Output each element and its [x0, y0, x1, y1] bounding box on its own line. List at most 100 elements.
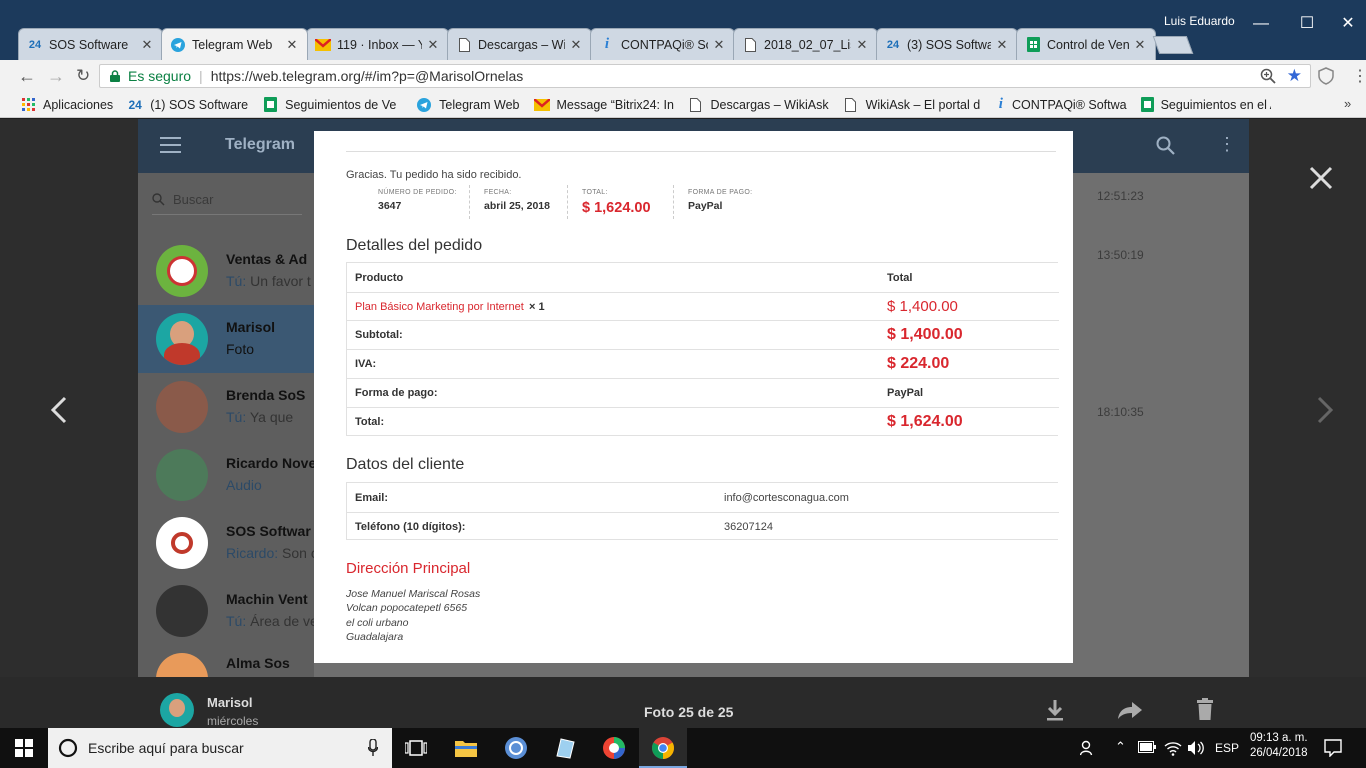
address-bar[interactable]: Es seguro | https://web.telegram.org/#/i…	[99, 64, 1311, 88]
windows-start-icon[interactable]	[11, 735, 37, 761]
gmail-icon	[315, 37, 331, 53]
document-icon	[742, 37, 758, 53]
bookmark-seguimientos[interactable]: Seguimientos de Ve	[262, 97, 402, 113]
secure-label: Es seguro	[128, 68, 192, 84]
colorful-app-icon[interactable]	[601, 735, 627, 761]
photo-counter: Foto 25 de 25	[644, 704, 734, 720]
telegram-icon	[416, 97, 432, 113]
order-thanks: Gracias. Tu pedido ha sido recibido.	[346, 169, 522, 181]
close-tab-icon[interactable]: ✕	[426, 37, 440, 53]
bookmark-contpaqi[interactable]: i CONTPAQi® Softwa	[997, 97, 1127, 113]
bookmark-bitrix-message[interactable]: Message “Bitrix24: In	[533, 97, 674, 113]
product-link[interactable]: Plan Básico Marketing por Internet	[355, 301, 524, 313]
table-row: Total: $ 1,624.00	[347, 407, 1059, 436]
row-label: IVA:	[355, 358, 377, 370]
close-tab-icon[interactable]: ✕	[569, 37, 583, 53]
clock-time: 09:13 a. m.	[1250, 732, 1308, 744]
list-item[interactable]: Machin Vent Tú: Área de ve	[138, 577, 314, 645]
search-icon	[152, 193, 165, 206]
list-item[interactable]: SOS Softwar Ricardo: Son c	[138, 509, 314, 577]
delete-trash-icon[interactable]	[1197, 698, 1213, 720]
tab-descargas[interactable]: Descargas – Wi ✕	[447, 28, 592, 60]
file-explorer-icon[interactable]	[453, 735, 479, 761]
close-tab-icon[interactable]: ✕	[855, 37, 869, 53]
avatar	[156, 585, 208, 637]
chat-time: 13:50:19	[1097, 248, 1144, 262]
order-date-label: FECHA:	[484, 189, 512, 196]
app-icon-circle[interactable]	[503, 735, 529, 761]
forward-arrow-icon[interactable]: →	[47, 66, 65, 87]
bookmark-label: (1) SOS Software	[150, 97, 249, 112]
taskbar-chrome-button[interactable]	[639, 728, 687, 768]
zoom-icon[interactable]	[1260, 68, 1276, 84]
next-photo-icon[interactable]	[1314, 395, 1336, 425]
customer-table: Email: info@cortesconagua.com Teléfono (…	[346, 482, 1059, 541]
bookmark-descargas[interactable]: Descargas – WikiAsk	[688, 97, 829, 113]
tab-contpaqi[interactable]: i CONTPAQi® So ✕	[590, 28, 735, 60]
action-center-icon[interactable]	[1324, 739, 1342, 757]
divider	[346, 151, 1056, 152]
bookmark-seguimientos-el[interactable]: Seguimientos en el A	[1140, 97, 1271, 113]
address-title: Dirección Principal	[346, 560, 471, 577]
tab-control-ventas[interactable]: Control de Vent ✕	[1016, 28, 1156, 60]
close-tab-icon[interactable]: ✕	[140, 37, 154, 53]
tab-lista[interactable]: 2018_02_07_Lis ✕	[733, 28, 878, 60]
bookmark-star-icon[interactable]: ★	[1287, 66, 1302, 86]
table-row: Teléfono (10 dígitos): 36207124	[347, 512, 1059, 541]
menu-kebab-icon[interactable]: ⋮	[1352, 66, 1366, 86]
battery-icon[interactable]	[1138, 741, 1156, 753]
tab-sos-software[interactable]: 24 SOS Software ✕	[18, 28, 163, 60]
reload-icon[interactable]: ↻	[76, 66, 90, 86]
back-arrow-icon[interactable]: ←	[18, 66, 36, 87]
order-number: NÚMERO DE PEDIDO: 3647	[378, 189, 457, 212]
list-item[interactable]: Ricardo Nove Audio	[138, 441, 314, 509]
list-item[interactable]: Brenda SoS Tú: Ya que	[138, 373, 314, 441]
tab-inbox[interactable]: 119 · Inbox — Y ✕	[306, 28, 449, 60]
list-item[interactable]: Marisol Foto	[138, 305, 314, 373]
bookmark-wikiask[interactable]: WikiAsk – El portal d	[843, 97, 983, 113]
more-bookmarks-icon[interactable]: »	[1344, 96, 1351, 111]
telegram-title: Telegram	[225, 136, 295, 153]
address-line: Volcan popocatepetl 6565	[346, 602, 468, 615]
close-tab-icon[interactable]: ✕	[1133, 37, 1147, 53]
bookmark-aplicaciones[interactable]: Aplicaciones	[20, 97, 113, 113]
order-details-title: Detalles del pedido	[346, 237, 483, 254]
search-placeholder: Buscar	[173, 192, 214, 207]
close-tab-icon[interactable]: ✕	[995, 37, 1009, 53]
bookmark-telegram-web[interactable]: Telegram Web	[416, 97, 520, 113]
close-icon[interactable]	[1308, 165, 1334, 191]
sheets-icon	[262, 97, 278, 113]
close-tab-icon[interactable]: ✕	[285, 37, 299, 53]
previous-photo-icon[interactable]	[48, 395, 70, 425]
menu-kebab-icon[interactable]: ⋮	[1218, 134, 1236, 155]
sender-name[interactable]: Marisol	[207, 695, 253, 710]
wifi-icon[interactable]	[1164, 740, 1182, 756]
tab-sos-software-3[interactable]: 24 (3) SOS Softwar ✕	[876, 28, 1018, 60]
show-hidden-icons[interactable]: ⌃	[1115, 739, 1126, 755]
microphone-icon[interactable]	[368, 739, 378, 757]
tab-label: 2018_02_07_Lis	[764, 37, 851, 52]
bookmark-sos-software[interactable]: 24 (1) SOS Software	[127, 97, 249, 113]
list-item[interactable]: Ventas & Ad Tú: Un favor t	[138, 237, 314, 305]
language-indicator[interactable]: ESP	[1215, 741, 1239, 755]
extension-shield-icon[interactable]	[1318, 67, 1334, 85]
new-tab-button[interactable]	[1152, 36, 1194, 54]
avatar	[160, 693, 194, 727]
close-tab-icon[interactable]: ✕	[712, 37, 726, 53]
search-input[interactable]: Buscar	[152, 185, 302, 215]
clock[interactable]: 09:13 a. m. 26/04/2018	[1250, 732, 1308, 759]
volume-icon[interactable]	[1187, 740, 1205, 756]
hamburger-menu-icon[interactable]	[160, 137, 181, 153]
chat-name: Marisol	[226, 319, 276, 335]
forward-share-icon[interactable]	[1117, 701, 1143, 719]
download-icon[interactable]	[1046, 699, 1064, 721]
notes-app-icon[interactable]	[552, 735, 578, 761]
task-view-icon[interactable]	[403, 735, 429, 761]
bookmark-label: Descargas – WikiAsk	[710, 97, 829, 112]
tab-telegram-web[interactable]: Telegram Web ✕	[161, 28, 308, 60]
people-icon[interactable]	[1080, 740, 1096, 756]
taskbar-search-input[interactable]: Escribe aquí para buscar	[48, 728, 392, 768]
table-row: Subtotal: $ 1,400.00	[347, 320, 1059, 349]
search-icon[interactable]	[1156, 136, 1175, 155]
chat-time: 18:10:35	[1097, 405, 1144, 419]
